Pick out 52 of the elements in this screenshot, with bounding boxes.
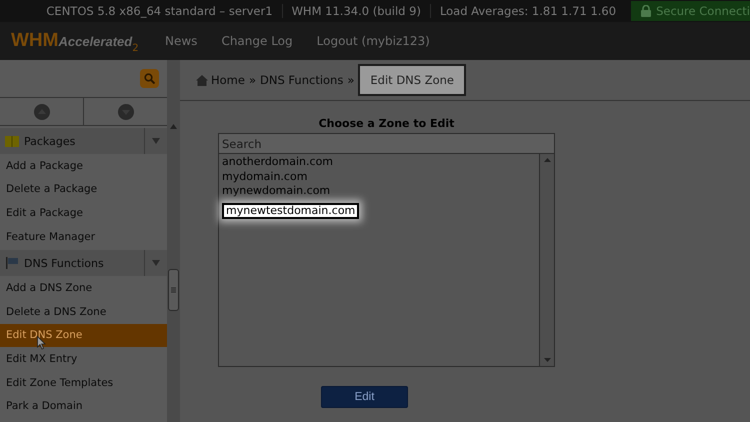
menu-item[interactable]: Edit Zone Templates <box>0 370 167 394</box>
status-text: CENTOS 5.8 x86_64 standard – server1 <box>45 4 274 18</box>
logo-subtitle: Accelerated <box>58 34 132 49</box>
search-button[interactable] <box>140 69 159 88</box>
search-icon <box>144 73 155 84</box>
box-icon <box>5 136 19 146</box>
scrollbar-thumb[interactable] <box>168 269 179 311</box>
zone-option[interactable]: anotherdomain.com <box>222 155 334 170</box>
zone-listbox[interactable]: Search anotherdomain.com mydomain.com mynewdomain.com mynewtestdomain.com <box>218 133 555 367</box>
menu-item[interactable]: Delete a DNS Zone <box>0 300 167 324</box>
menu-item[interactable]: Add a Package <box>0 154 167 178</box>
group-title: Packages <box>24 134 76 148</box>
caret-icon <box>152 138 160 144</box>
menu-item[interactable]: Edit a Package <box>0 201 167 225</box>
scroll-up-icon <box>170 124 177 129</box>
scroll-down-icon <box>544 358 550 362</box>
menu-item[interactable]: Delete a Package <box>0 178 167 202</box>
menu-item[interactable]: Edit MX Entry <box>0 347 167 371</box>
logo-text: WHM <box>11 30 58 52</box>
zone-option[interactable]: mydomain.com <box>222 170 308 184</box>
scroll-up-icon <box>544 158 550 162</box>
secure-connection-badge: Secure Connecti <box>631 1 750 21</box>
menu-group-header[interactable]: DNS Functions <box>0 250 167 276</box>
down-icon <box>118 104 134 120</box>
nav-link[interactable]: Change Log <box>221 34 293 48</box>
search-field[interactable]: Search <box>219 134 554 154</box>
breadcrumb-link[interactable]: DNS Functions <box>260 73 344 87</box>
up-icon <box>34 104 50 120</box>
menu-item[interactable]: Park a Domain <box>0 394 167 418</box>
home-icon <box>196 74 208 86</box>
breadcrumb-separator: » <box>248 73 256 87</box>
caret-icon <box>152 260 160 266</box>
status-text: Load Averages: 1.81 1.71 1.60 <box>430 4 626 18</box>
group-title: DNS Functions <box>24 256 105 270</box>
zone-option[interactable]: mynewtestdomain.com <box>222 202 360 218</box>
zone-option[interactable]: mynewdomain.com <box>222 184 330 198</box>
flag-icon <box>5 257 19 270</box>
nav-link[interactable]: Logout (mybiz123) <box>316 34 430 48</box>
logo-version: 2 <box>132 43 139 54</box>
grip-icon <box>171 287 176 293</box>
menu-group-header[interactable]: Packages <box>0 128 167 154</box>
menu-item[interactable]: Add a DNS Zone <box>0 276 167 300</box>
menu-item[interactable]: Feature Manager <box>0 224 167 248</box>
breadcrumb-separator: » <box>347 73 354 87</box>
menu-item[interactable]: Edit DNS Zone <box>0 324 167 348</box>
lock-icon <box>641 5 652 17</box>
breadcrumb-link[interactable]: Edit DNS Zone <box>358 64 466 96</box>
nav-link[interactable]: News <box>165 34 198 48</box>
edit-button[interactable]: Edit <box>321 386 408 408</box>
section-title: Choose a Zone to Edit <box>318 117 456 130</box>
breadcrumb-link[interactable]: Home <box>196 73 245 87</box>
status-text: WHM 11.34.0 (build 9) <box>282 4 430 18</box>
